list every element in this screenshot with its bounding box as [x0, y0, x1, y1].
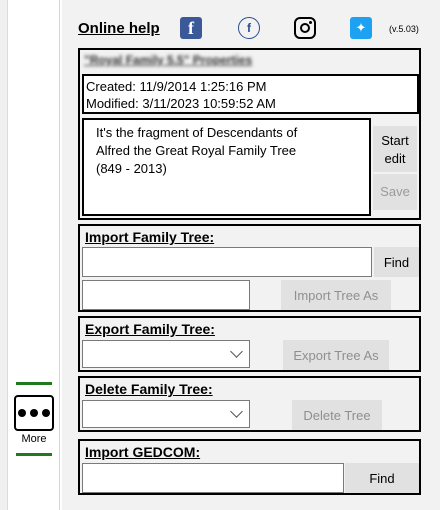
- description-line: Alfred the Great Royal Family Tree: [96, 143, 297, 158]
- import-tree-section: Import Family Tree: Find Import Tree As: [78, 224, 421, 312]
- modified-date: Modified: 3/11/2023 10:59:52 AM: [86, 96, 276, 111]
- project-properties-frame: "Royal Family 5.5" Properties Created: 1…: [78, 48, 421, 220]
- more-label: More: [21, 433, 47, 445]
- more-dot-icon: [18, 409, 26, 417]
- export-tree-select[interactable]: [82, 340, 250, 368]
- export-tree-title: Export Family Tree:: [85, 321, 215, 337]
- delete-tree-section: Delete Family Tree: Delete Tree: [78, 376, 421, 432]
- created-date: Created: 11/9/2014 1:25:16 PM: [86, 79, 267, 94]
- delete-tree-button[interactable]: Delete Tree: [292, 400, 382, 430]
- instagram-lens: [300, 23, 310, 33]
- instagram-flash: [309, 21, 312, 24]
- save-button[interactable]: Save: [373, 174, 417, 210]
- header-bar: Online help f f ✦ (v.5.03): [78, 16, 428, 42]
- export-tree-as-button[interactable]: Export Tree As: [283, 340, 389, 370]
- instagram-icon[interactable]: [294, 17, 316, 39]
- export-tree-section: Export Family Tree: Export Tree As: [78, 316, 421, 372]
- start-edit-button[interactable]: Start edit: [373, 126, 417, 172]
- more-top-line: [16, 382, 52, 385]
- description-line: It's the fragment of Descendants of: [96, 125, 298, 140]
- facebook-icon[interactable]: f: [180, 17, 202, 39]
- more-dot-icon: [42, 409, 50, 417]
- project-dates-box: Created: 11/9/2014 1:25:16 PM Modified: …: [82, 74, 419, 114]
- familysearch-icon[interactable]: f: [238, 17, 260, 39]
- more-bottom-line: [16, 453, 52, 456]
- project-description[interactable]: It's the fragment of Descendants of Alfr…: [82, 118, 371, 216]
- chevron-down-icon: [230, 405, 243, 418]
- twitter-icon[interactable]: ✦: [350, 17, 372, 39]
- description-line: (849 - 2013): [96, 161, 167, 176]
- import-tree-title: Import Family Tree:: [85, 229, 215, 245]
- delete-tree-title: Delete Family Tree:: [85, 381, 213, 397]
- start-edit-label: Start: [381, 133, 409, 148]
- project-title: "Royal Family 5.5" Properties: [84, 53, 253, 67]
- rail-edge: [0, 0, 8, 510]
- import-gedcom-section: Import GEDCOM: Find: [78, 439, 421, 495]
- chevron-down-icon: [230, 345, 243, 358]
- import-gedcom-title: Import GEDCOM:: [85, 444, 201, 460]
- import-tree-name-input[interactable]: [82, 280, 250, 310]
- gedcom-find-button[interactable]: Find: [345, 463, 419, 493]
- left-rail: More: [0, 0, 60, 510]
- import-tree-path-input[interactable]: [82, 247, 372, 277]
- import-tree-as-button[interactable]: Import Tree As: [281, 280, 391, 310]
- online-help-link[interactable]: Online help: [78, 20, 160, 37]
- delete-tree-select[interactable]: [82, 400, 250, 428]
- version-label: (v.5.03): [389, 24, 419, 34]
- more-dot-icon: [30, 409, 38, 417]
- main-panel: Online help f f ✦ (v.5.03) "Royal Family…: [62, 0, 440, 510]
- gedcom-path-input[interactable]: [82, 463, 344, 493]
- start-edit-label: edit: [384, 151, 406, 166]
- import-tree-find-button[interactable]: Find: [374, 247, 419, 277]
- more-button[interactable]: [14, 395, 54, 431]
